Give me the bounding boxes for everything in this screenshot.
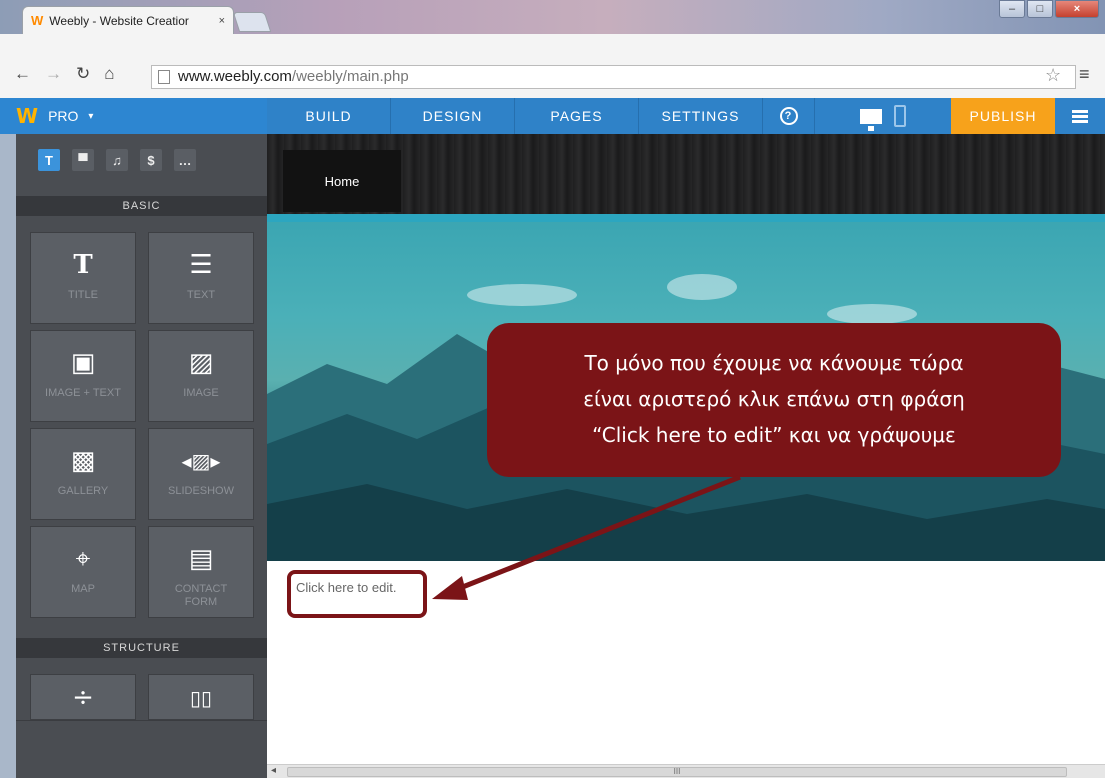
window-left-edge	[0, 134, 16, 778]
close-window-button[interactable]: ×	[1055, 0, 1099, 18]
window-controls: – □ ×	[999, 0, 1099, 18]
browser-nav: ← → ↻ ⌂	[14, 64, 115, 84]
element-label: TEXT	[186, 289, 216, 301]
elements-sidebar: T ▀ ♫ $ … BASIC T TITLE ☰ TEXT ▣ IMAGE +…	[16, 134, 267, 778]
mobile-icon[interactable]	[894, 105, 906, 127]
divider-icon: ÷	[72, 683, 94, 713]
gallery-icon: ▩	[70, 446, 96, 476]
tab-build[interactable]: BUILD	[267, 98, 391, 134]
nav-home[interactable]: Home	[283, 150, 401, 212]
help-icon: ?	[779, 107, 798, 125]
image-text-icon: ▣	[70, 348, 96, 378]
instruction-callout: Το μόνο που έχουμε να κάνουμε τώρα είναι…	[487, 323, 1061, 477]
contact-form-icon: ▤	[188, 544, 214, 574]
image-icon: ▨	[188, 348, 214, 378]
columns-icon: ▯▯	[189, 686, 212, 710]
sidebar-footer	[16, 720, 267, 778]
callout-line-1: Το μόνο που έχουμε να κάνουμε τώρα	[584, 351, 964, 375]
main-menu-button[interactable]	[1055, 98, 1105, 134]
text-icon: T	[45, 152, 53, 168]
section-label-basic: BASIC	[16, 196, 267, 216]
element-label: IMAGE	[183, 387, 219, 399]
new-tab-button[interactable]	[232, 12, 272, 32]
element-text[interactable]: ☰ TEXT	[148, 232, 254, 324]
element-slideshow[interactable]: ◂▨▸ SLIDESHOW	[148, 428, 254, 520]
edit-highlight	[287, 570, 427, 618]
music-icon: ♫	[112, 152, 122, 168]
weebly-logo-icon: W	[16, 104, 39, 128]
category-layout-button[interactable]: ▀	[72, 149, 94, 171]
bookmark-star-icon[interactable]: ☆	[1045, 65, 1061, 86]
window-titlebar: W Weebly - Website Creatior × – □ ×	[0, 0, 1105, 34]
element-contact-form[interactable]: ▤ CONTACT FORM	[148, 526, 254, 618]
category-media-button[interactable]: ♫	[106, 149, 128, 171]
element-label: TITLE	[68, 289, 98, 301]
tab-title: Weebly - Website Creatior	[49, 13, 189, 28]
element-label: GALLERY	[57, 485, 109, 497]
dollar-icon: $	[147, 152, 155, 168]
editor-topbar: W PRO ▾ BUILD DESIGN PAGES SETTINGS ? PU…	[0, 98, 1105, 134]
browser-tab[interactable]: W Weebly - Website Creatior ×	[22, 6, 234, 34]
minimize-button[interactable]: –	[999, 0, 1025, 18]
slideshow-icon: ◂▨▸	[181, 449, 221, 473]
forward-icon[interactable]: →	[45, 64, 62, 84]
element-divider[interactable]: ÷	[30, 674, 136, 720]
basic-elements-grid: T TITLE ☰ TEXT ▣ IMAGE + TEXT ▨ IMAGE ▩ …	[30, 232, 254, 618]
chevron-down-icon: ▾	[88, 110, 94, 122]
category-row: T ▀ ♫ $ …	[16, 134, 267, 196]
category-more-button[interactable]: …	[174, 149, 196, 171]
home-icon[interactable]: ⌂	[104, 64, 114, 84]
desktop-icon[interactable]	[860, 108, 882, 131]
element-title[interactable]: T TITLE	[30, 232, 136, 324]
device-preview	[815, 98, 951, 134]
url-host: www.weebly.com	[178, 68, 292, 85]
element-label: SLIDESHOW	[167, 485, 234, 497]
maximize-button[interactable]: □	[1027, 0, 1053, 18]
reload-icon[interactable]: ↻	[76, 64, 90, 84]
category-commerce-button[interactable]: $	[140, 149, 162, 171]
layout-icon: ▀	[78, 152, 88, 168]
tab-design[interactable]: DESIGN	[391, 98, 515, 134]
plan-selector[interactable]: W PRO ▾	[0, 98, 267, 134]
back-icon[interactable]: ←	[14, 64, 31, 84]
url-path: /weebly/main.php	[291, 68, 409, 85]
weebly-favicon: W	[31, 13, 44, 28]
scrollbar-thumb[interactable]: III	[287, 767, 1067, 777]
help-button[interactable]: ?	[763, 98, 815, 134]
element-label: CONTACT FORM	[174, 583, 228, 608]
title-icon: T	[73, 250, 93, 280]
section-label-structure: STRUCTURE	[16, 638, 267, 658]
more-icon: …	[178, 152, 192, 168]
browser-menu-icon[interactable]: ≡	[1079, 64, 1090, 85]
tab-close-icon[interactable]: ×	[219, 15, 225, 27]
element-columns[interactable]: ▯▯	[148, 674, 254, 720]
element-label: MAP	[71, 583, 95, 595]
browser-toolbar: ← → ↻ ⌂ www.weebly.com/weebly/main.php ☆…	[0, 34, 1105, 98]
address-bar[interactable]: www.weebly.com/weebly/main.php	[151, 65, 1076, 89]
element-image[interactable]: ▨ IMAGE	[148, 330, 254, 422]
category-text-button[interactable]: T	[38, 149, 60, 171]
tab-pages[interactable]: PAGES	[515, 98, 639, 134]
map-pin-icon: ⌖	[75, 543, 91, 574]
scroll-left-icon[interactable]: ◂	[271, 765, 276, 776]
element-image-text[interactable]: ▣ IMAGE + TEXT	[30, 330, 136, 422]
element-label: IMAGE + TEXT	[45, 387, 121, 399]
callout-line-3: “Click here to edit” και να γράψουμε	[592, 423, 956, 447]
page-icon	[158, 70, 170, 84]
hamburger-icon	[1072, 109, 1088, 123]
tab-settings[interactable]: SETTINGS	[639, 98, 763, 134]
callout-line-2: είναι αριστερό κλικ επάνω στη φράση	[583, 387, 965, 411]
publish-button[interactable]: PUBLISH	[951, 98, 1055, 134]
structure-elements-grid: ÷ ▯▯	[30, 674, 254, 720]
text-lines-icon: ☰	[189, 250, 213, 280]
element-map[interactable]: ⌖ MAP	[30, 526, 136, 618]
site-header: Home	[267, 134, 1105, 214]
element-gallery[interactable]: ▩ GALLERY	[30, 428, 136, 520]
plan-label: PRO	[48, 108, 79, 124]
horizontal-scrollbar[interactable]: ◂ III	[267, 764, 1105, 778]
